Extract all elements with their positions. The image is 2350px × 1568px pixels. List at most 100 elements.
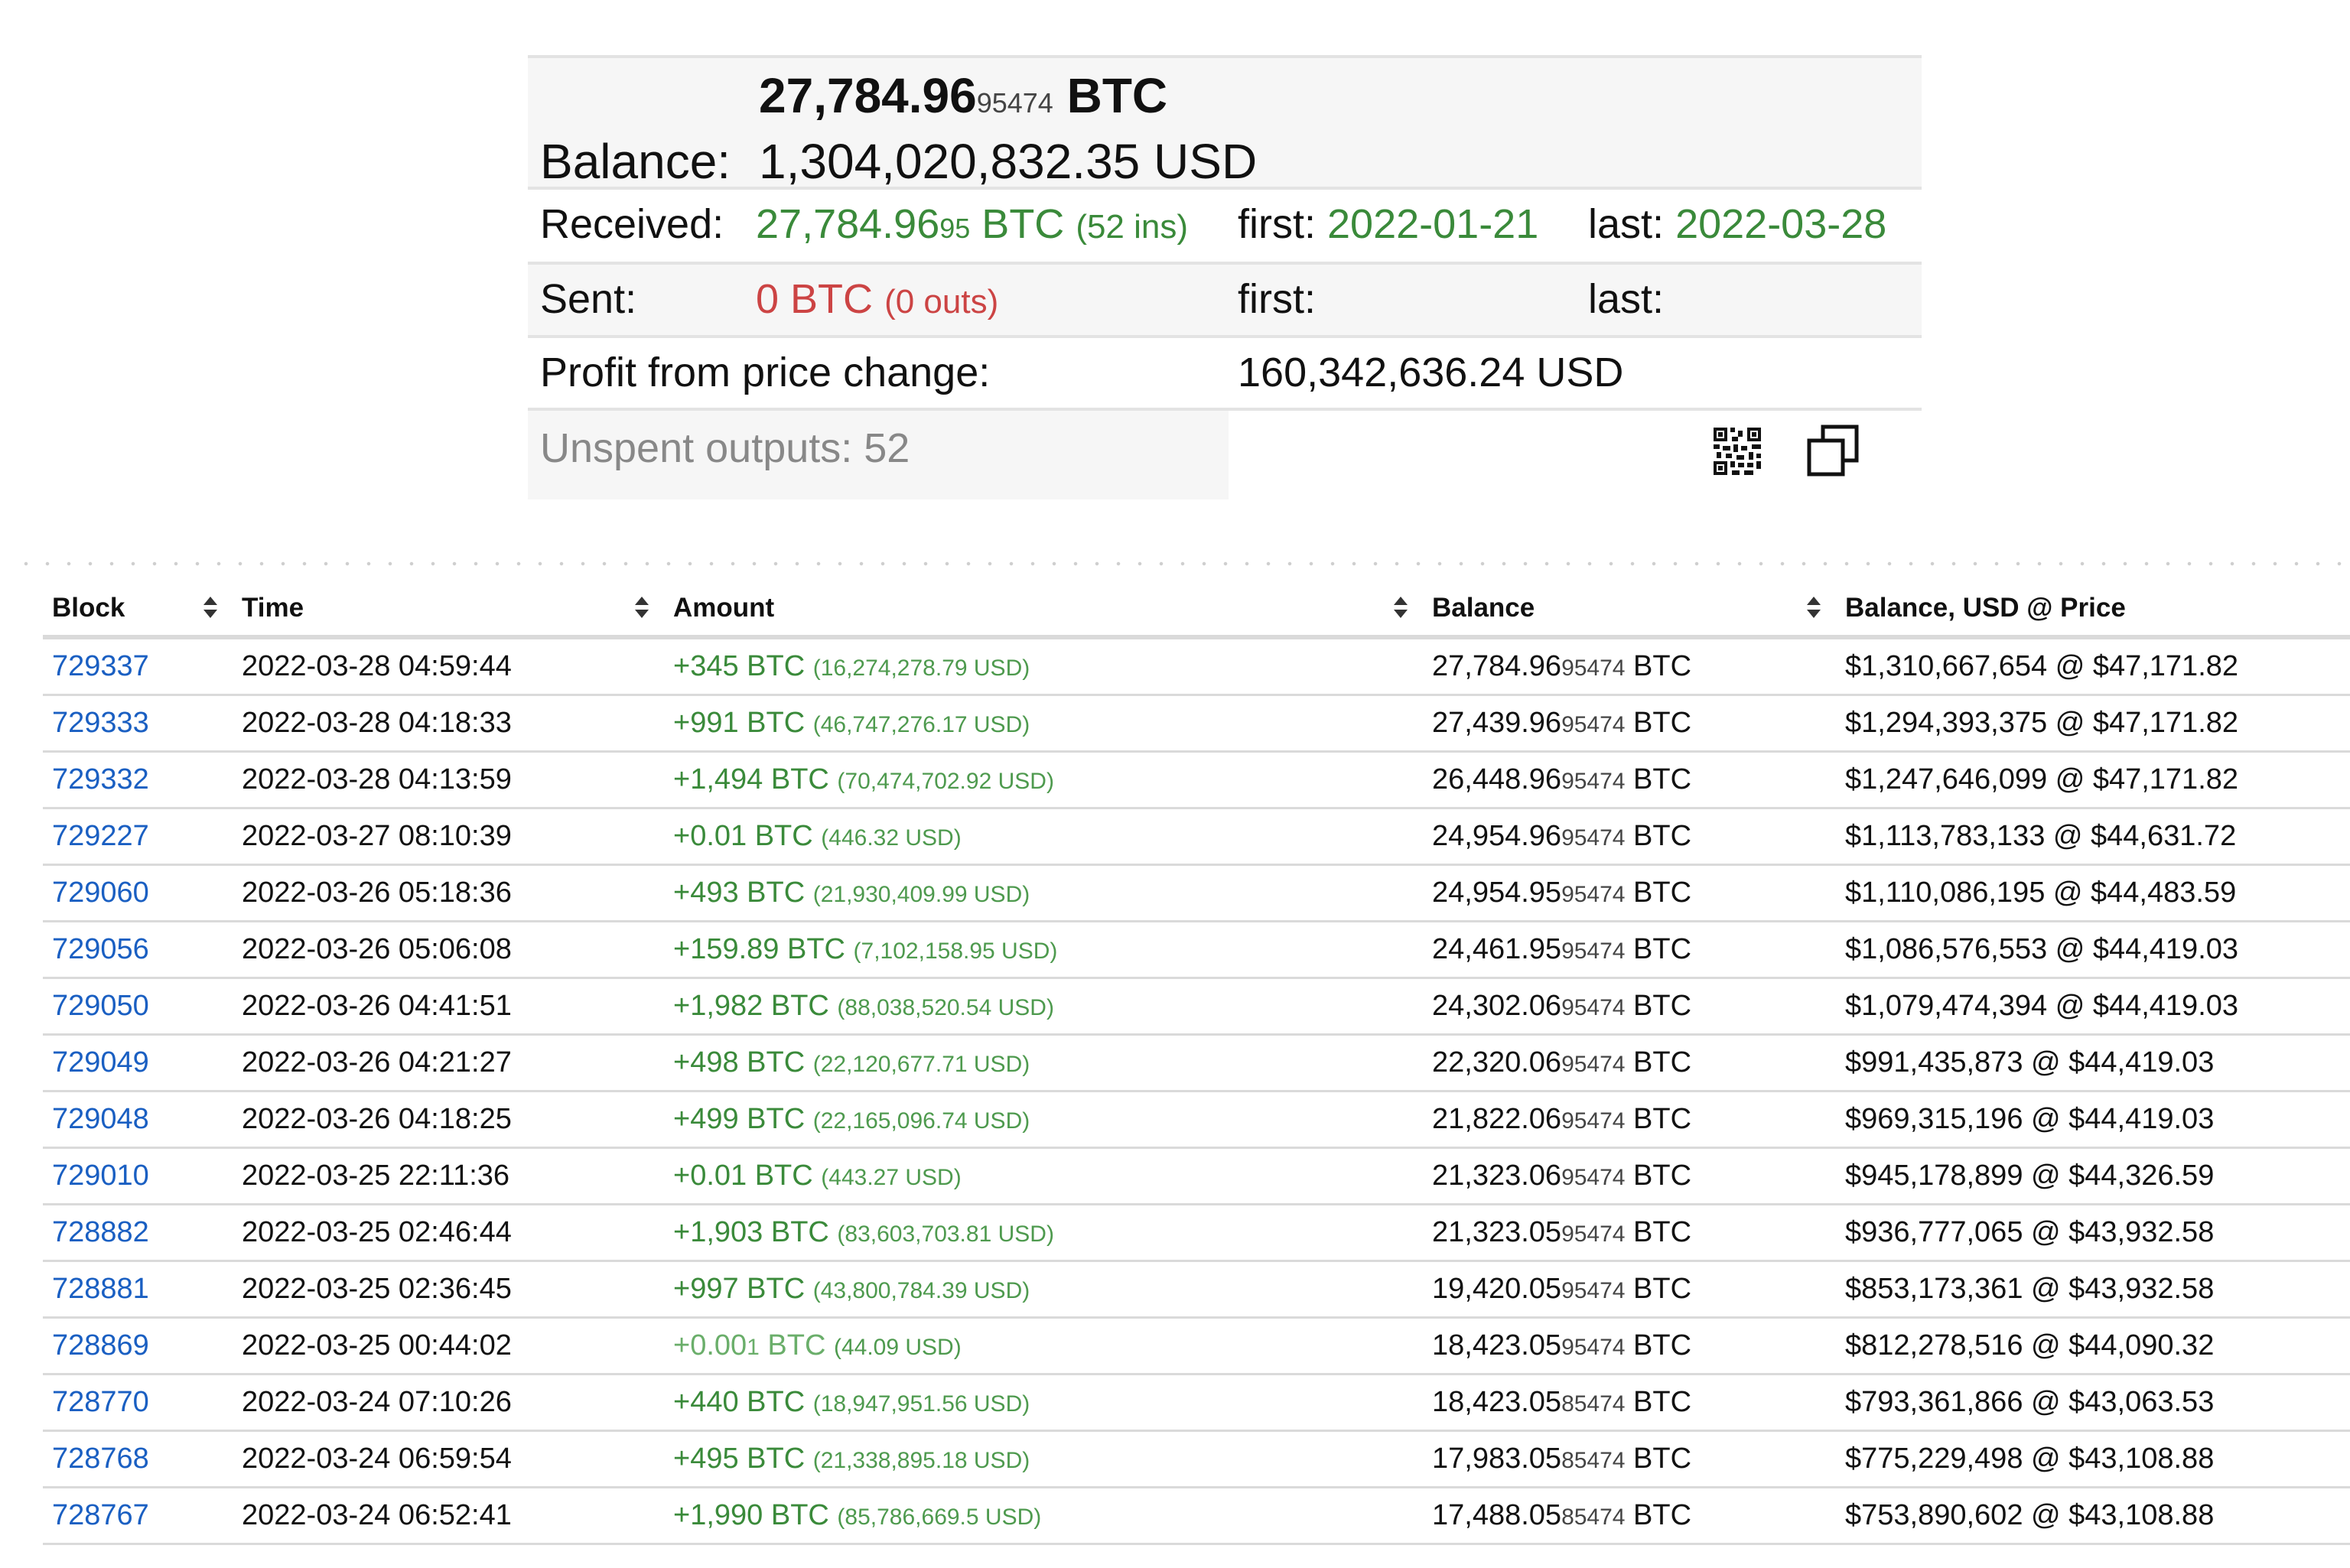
tx-amount: +499 BTC (22,165,096.74 USD)	[664, 1091, 1423, 1149]
tx-time: 2022-03-24 07:10:26	[233, 1374, 664, 1432]
block-link[interactable]: 729056	[43, 921, 233, 979]
tx-balance: 26,448.9695474 BTC	[1423, 751, 1836, 809]
tx-amount: +1,990 BTC (85,786,669.5 USD)	[664, 1487, 1423, 1545]
tx-balance-usd-price: $753,890,602 @ $43,108.88	[1836, 1487, 2350, 1545]
tx-time: 2022-03-26 04:21:27	[233, 1034, 664, 1092]
table-row: 729049 2022-03-26 04:21:27 +498 BTC (22,12…	[43, 1034, 2350, 1092]
table-row: 729010 2022-03-25 22:11:36 +0.01 BTC (443.…	[43, 1147, 2350, 1205]
sort-icon[interactable]	[633, 595, 650, 626]
unspent-outputs[interactable]: Unspent outputs: 52	[540, 425, 910, 472]
block-link[interactable]: 728768	[43, 1430, 233, 1488]
tx-balance: 18,423.0595474 BTC	[1423, 1317, 1836, 1375]
tx-balance: 21,323.0695474 BTC	[1423, 1147, 1836, 1205]
tx-balance-usd-price: $1,079,474,394 @ $44,419.03	[1836, 978, 2350, 1036]
received-value: 27,784.9695 BTC (52 ins)	[756, 201, 1189, 247]
tx-amount: +0.01 BTC (446.32 USD)	[664, 808, 1423, 866]
table-row: 729337 2022-03-28 04:59:44 +345 BTC (16,27…	[43, 637, 2350, 696]
column-header-balance[interactable]: Balance	[1423, 581, 1836, 639]
sent-label: Sent:	[540, 276, 637, 322]
block-link[interactable]: 729048	[43, 1091, 233, 1149]
tx-balance-usd-price: $793,361,866 @ $43,063.53	[1836, 1374, 2350, 1432]
tx-time: 2022-03-28 04:59:44	[233, 637, 664, 696]
address-summary-panel: 27,784.9695474 BTC Balance: 1,304,020,83…	[528, 55, 1922, 499]
block-link[interactable]: 729227	[43, 808, 233, 866]
tx-balance: 19,420.0595474 BTC	[1423, 1261, 1836, 1319]
sent-row: Sent: 0 BTC (0 outs) first: last:	[528, 265, 1922, 338]
block-link[interactable]: 728770	[43, 1374, 233, 1432]
tx-balance-usd-price: $775,229,498 @ $43,108.88	[1836, 1430, 2350, 1488]
profit-row: Profit from price change: 160,342,636.24…	[528, 338, 1922, 411]
section-divider	[15, 561, 2350, 566]
table-header-row: Block Time Amount Balance Balance, USD @…	[43, 581, 2350, 639]
tx-balance: 17,488.0585474 BTC	[1423, 1487, 1836, 1545]
block-link[interactable]: 729333	[43, 695, 233, 753]
table-row: 729332 2022-03-28 04:13:59 +1,494 BTC (70,…	[43, 751, 2350, 809]
table-row: 728869 2022-03-25 00:44:02 +0.001 BTC (44.…	[43, 1317, 2350, 1375]
table-row: 729060 2022-03-26 05:18:36 +493 BTC (21,93…	[43, 864, 2350, 922]
tx-time: 2022-03-26 04:41:51	[233, 978, 664, 1036]
tx-time: 2022-03-26 05:18:36	[233, 864, 664, 922]
tx-balance-usd-price: $1,294,393,375 @ $47,171.82	[1836, 695, 2350, 753]
sent-first: first:	[1238, 276, 1316, 322]
sort-icon[interactable]	[1392, 595, 1409, 626]
table-row: 729056 2022-03-26 05:06:08 +159.89 BTC (7,…	[43, 921, 2350, 979]
tx-balance: 22,320.0695474 BTC	[1423, 1034, 1836, 1092]
tx-balance-usd-price: $1,086,576,553 @ $44,419.03	[1836, 921, 2350, 979]
tx-time: 2022-03-27 08:10:39	[233, 808, 664, 866]
table-row: 728770 2022-03-24 07:10:26 +440 BTC (18,94…	[43, 1374, 2350, 1432]
tx-balance-usd-price: $936,777,065 @ $43,932.58	[1836, 1204, 2350, 1262]
tx-balance: 21,323.0595474 BTC	[1423, 1204, 1836, 1262]
column-header-time[interactable]: Time	[233, 581, 664, 639]
tx-amount: +345 BTC (16,274,278.79 USD)	[664, 637, 1423, 696]
tx-balance-usd-price: $969,315,196 @ $44,419.03	[1836, 1091, 2350, 1149]
received-row: Received: 27,784.9695 BTC (52 ins) first…	[528, 190, 1922, 265]
btc-balance: 27,784.9695474 BTC	[759, 68, 1168, 123]
tx-amount: +1,494 BTC (70,474,702.92 USD)	[664, 751, 1423, 809]
tx-time: 2022-03-26 05:06:08	[233, 921, 664, 979]
copy-icon[interactable]	[1807, 425, 1860, 482]
tx-time: 2022-03-28 04:18:33	[233, 695, 664, 753]
qr-code-icon[interactable]	[1714, 428, 1761, 479]
block-link[interactable]: 728869	[43, 1317, 233, 1375]
block-link[interactable]: 728882	[43, 1204, 233, 1262]
tx-amount: +493 BTC (21,930,409.99 USD)	[664, 864, 1423, 922]
tx-balance: 27,784.9695474 BTC	[1423, 637, 1836, 696]
block-link[interactable]: 729010	[43, 1147, 233, 1205]
block-link[interactable]: 728767	[43, 1487, 233, 1545]
tx-balance: 18,423.0585474 BTC	[1423, 1374, 1836, 1432]
tx-time: 2022-03-25 22:11:36	[233, 1147, 664, 1205]
table-row: 728768 2022-03-24 06:59:54 +495 BTC (21,33…	[43, 1430, 2350, 1488]
block-link[interactable]: 729060	[43, 864, 233, 922]
block-link[interactable]: 729337	[43, 637, 233, 696]
column-header-block[interactable]: Block	[43, 581, 233, 639]
tx-amount: +991 BTC (46,747,276.17 USD)	[664, 695, 1423, 753]
table-row: 728882 2022-03-25 02:46:44 +1,903 BTC (83,…	[43, 1204, 2350, 1262]
profit-value: 160,342,636.24 USD	[1238, 350, 1624, 395]
table-row: 728767 2022-03-24 06:52:41 +1,990 BTC (85,…	[43, 1487, 2350, 1545]
block-link[interactable]: 729050	[43, 978, 233, 1036]
tx-amount: +1,982 BTC (88,038,520.54 USD)	[664, 978, 1423, 1036]
tx-amount: +495 BTC (21,338,895.18 USD)	[664, 1430, 1423, 1488]
sort-icon[interactable]	[202, 595, 219, 626]
transactions-table: Block Time Amount Balance Balance, USD @…	[43, 581, 2350, 1545]
tx-balance: 21,822.0695474 BTC	[1423, 1091, 1836, 1149]
balance-label: Balance:	[540, 134, 731, 189]
balance-usd-value: 1,304,020,832.35 USD	[759, 134, 1258, 189]
block-link[interactable]: 728881	[43, 1261, 233, 1319]
tx-time: 2022-03-24 06:52:41	[233, 1487, 664, 1545]
tx-balance: 17,983.0585474 BTC	[1423, 1430, 1836, 1488]
received-last: last: 2022-03-28	[1588, 201, 1887, 247]
tx-amount: +0.001 BTC (44.09 USD)	[664, 1317, 1423, 1375]
tx-balance-usd-price: $1,110,086,195 @ $44,483.59	[1836, 864, 2350, 922]
block-link[interactable]: 729049	[43, 1034, 233, 1092]
tx-time: 2022-03-25 02:46:44	[233, 1204, 664, 1262]
sort-icon[interactable]	[1805, 595, 1822, 626]
column-header-balance-usd[interactable]: Balance, USD @ Price	[1836, 581, 2350, 639]
tx-balance: 27,439.9695474 BTC	[1423, 695, 1836, 753]
tx-amount: +498 BTC (22,120,677.71 USD)	[664, 1034, 1423, 1092]
tx-balance-usd-price: $1,247,646,099 @ $47,171.82	[1836, 751, 2350, 809]
table-row: 729333 2022-03-28 04:18:33 +991 BTC (46,74…	[43, 695, 2350, 753]
block-link[interactable]: 729332	[43, 751, 233, 809]
unspent-row: Unspent outputs: 52	[528, 411, 1922, 499]
column-header-amount[interactable]: Amount	[664, 581, 1423, 639]
